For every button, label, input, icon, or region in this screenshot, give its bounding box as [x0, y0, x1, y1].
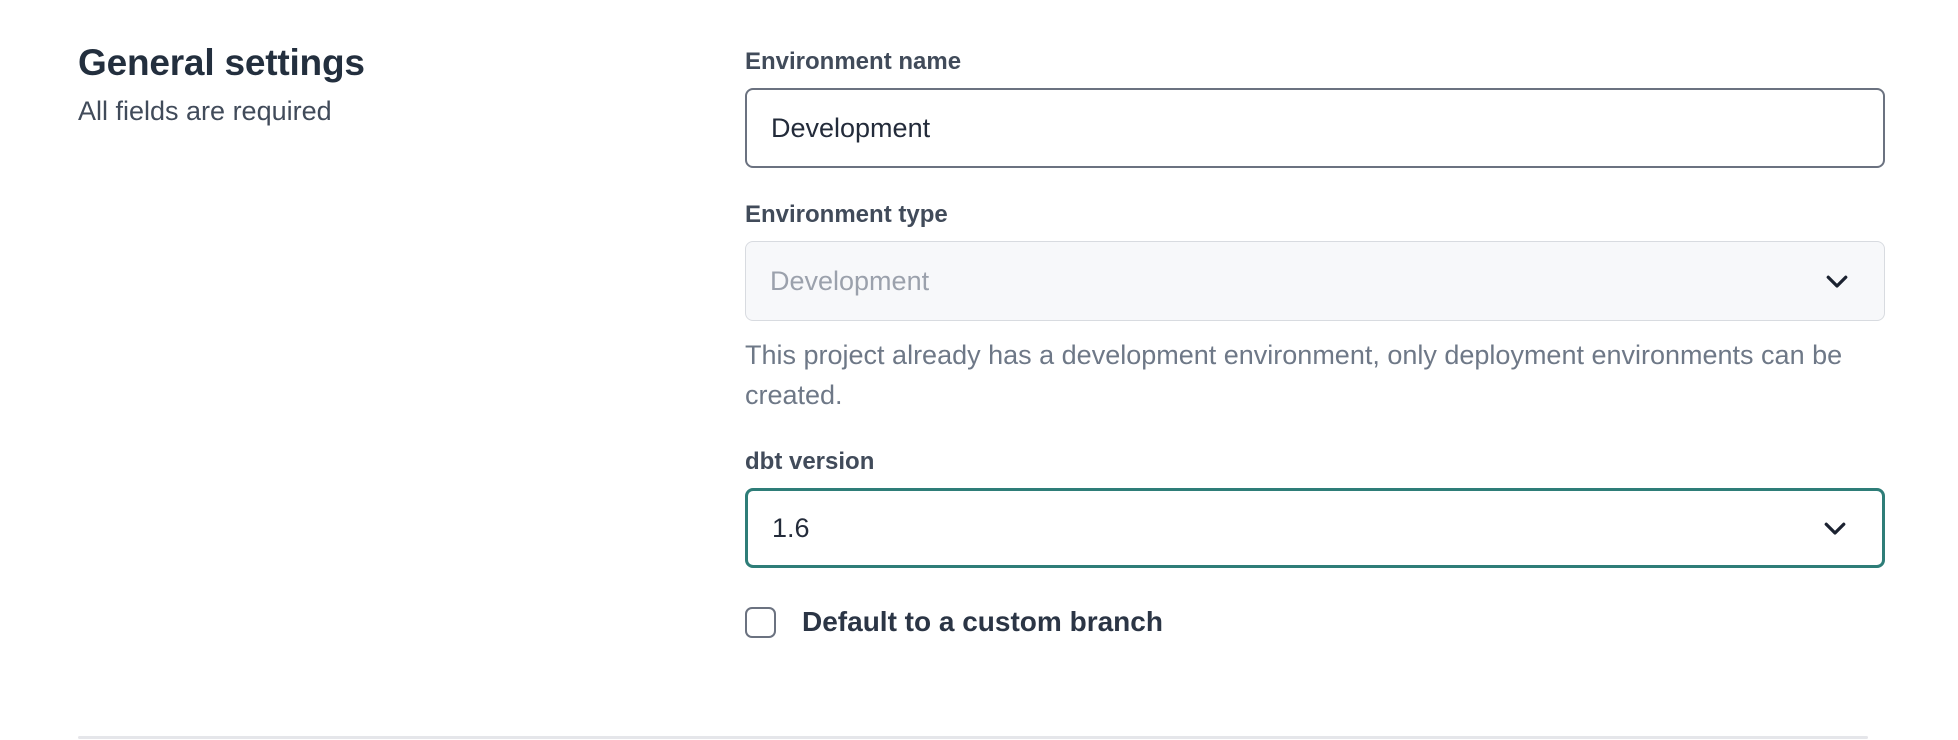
settings-intro-panel: General settings All fields are required: [78, 40, 745, 740]
environment-name-input[interactable]: [745, 88, 1885, 168]
chevron-down-icon: [1820, 264, 1854, 298]
environment-settings-form: Environment name Environment type Develo…: [745, 40, 1885, 740]
environment-type-field-group: Environment type Development This projec…: [745, 201, 1885, 415]
dbt-version-value: 1.6: [772, 513, 810, 544]
environment-type-value: Development: [770, 266, 929, 297]
dbt-version-field-group: dbt version 1.6: [745, 448, 1885, 568]
custom-branch-label[interactable]: Default to a custom branch: [802, 606, 1163, 638]
page-title: General settings: [78, 42, 745, 84]
chevron-down-icon: [1818, 511, 1852, 545]
section-divider: [78, 736, 1868, 739]
environment-name-field-group: Environment name: [745, 48, 1885, 168]
page-subtitle: All fields are required: [78, 96, 745, 127]
environment-type-help-text: This project already has a development e…: [745, 335, 1865, 415]
custom-branch-field-group: Default to a custom branch: [745, 606, 1885, 638]
environment-type-label: Environment type: [745, 201, 1885, 229]
custom-branch-checkbox[interactable]: [745, 607, 776, 638]
dbt-version-select[interactable]: 1.6: [745, 488, 1885, 568]
dbt-version-label: dbt version: [745, 448, 1885, 476]
environment-name-label: Environment name: [745, 48, 1885, 76]
environment-type-select[interactable]: Development: [745, 241, 1885, 321]
general-settings-page: General settings All fields are required…: [0, 0, 1958, 740]
